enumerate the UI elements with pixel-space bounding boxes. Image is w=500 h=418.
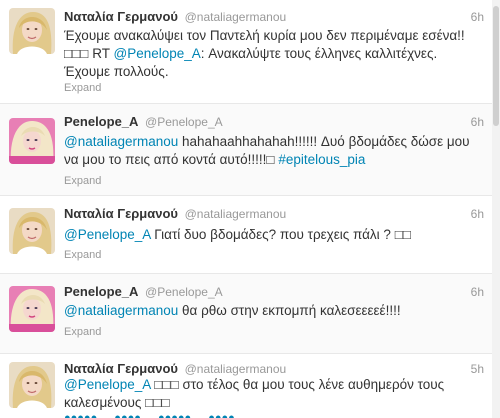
tweet-time[interactable]: 5h	[471, 361, 484, 377]
tweet-text: @Penelope_A Γιατί δυο βδομάδες? που τρεχ…	[64, 226, 484, 244]
blonde-woman-avatar-icon	[9, 362, 55, 408]
tweet-item[interactable]: Ναταλία Γερμανού @nataliagermanou 6h @Pe…	[0, 196, 492, 274]
tweet-text-part: Γιατί δυο βδομάδες? που τρεχεις πάλι ? □…	[150, 227, 411, 242]
tweet-header: Ναταλία Γερμανού @nataliagermanou 6h	[64, 206, 484, 222]
action-link[interactable]: ●●●●●	[64, 412, 97, 418]
author-handle[interactable]: @Penelope_A	[145, 285, 223, 299]
author-handle[interactable]: @nataliagermanou	[185, 362, 287, 376]
tweet-text: @nataliagermanou θα ρθω στην εκπομπή καλ…	[64, 302, 484, 320]
tweet-header: Ναταλία Γερμανού @nataliagermanou 6h	[64, 9, 484, 25]
author-handle[interactable]: @nataliagermanou	[185, 207, 287, 221]
tweet-header: Penelope_A @Penelope_A 6h	[64, 284, 484, 300]
expand-link[interactable]: Expand	[64, 249, 101, 261]
expand-link[interactable]: Expand	[64, 82, 101, 94]
tweet-text: @nataliagermanou hahahaahhahahah!!!!!! Δ…	[64, 133, 484, 169]
tweet-item[interactable]: Penelope_A @Penelope_A 6h @nataliagerman…	[0, 104, 492, 196]
blonde-woman-avatar-icon	[9, 8, 55, 54]
tweet-header: Ναταλία Γερμανού @nataliagermanou 5h	[64, 361, 484, 377]
avatar[interactable]	[9, 208, 55, 254]
author-name[interactable]: Ναταλία Γερμανού	[64, 206, 178, 221]
scrollbar-thumb[interactable]	[493, 6, 499, 126]
mention-link[interactable]: @Penelope_A	[113, 46, 200, 61]
pink-portrait-avatar-icon	[9, 286, 55, 332]
action-link[interactable]: ●●●●●	[158, 412, 191, 418]
avatar[interactable]	[9, 286, 55, 332]
avatar[interactable]	[9, 8, 55, 54]
mention-link[interactable]: @nataliagermanou	[64, 303, 178, 318]
mention-link[interactable]: @Penelope_A	[64, 377, 151, 392]
author-handle[interactable]: @Penelope_A	[145, 115, 223, 129]
tweet-text-part: θα ρθω στην εκπομπή καλεσεεεεέ!!!!	[178, 303, 401, 318]
tweet-item[interactable]: Penelope_A @Penelope_A 6h @nataliagerman…	[0, 274, 492, 354]
author-name[interactable]: Penelope_A	[64, 114, 138, 129]
mention-link[interactable]: @Penelope_A	[64, 227, 151, 242]
action-link[interactable]: ●●●●	[114, 412, 141, 418]
scrollbar[interactable]	[492, 0, 500, 418]
author-name[interactable]: Penelope_A	[64, 284, 138, 299]
tweet-time[interactable]: 6h	[471, 284, 484, 300]
tweet-text: Έχουμε ανακαλύψει τον Παντελή κυρία μου …	[64, 27, 484, 81]
avatar[interactable]	[9, 362, 55, 408]
tweet-time[interactable]: 6h	[471, 206, 484, 222]
author-name[interactable]: Ναταλία Γερμανού	[64, 9, 178, 24]
tweet-actions-row: ●●●●● ●●●● ●●●●● ●●●●	[64, 412, 247, 418]
tweet-text: @Penelope_A □□□ στο τέλος θα μου τους λέ…	[64, 376, 484, 412]
expand-link[interactable]: Expand	[64, 175, 101, 187]
action-link[interactable]: ●●●●	[208, 412, 235, 418]
tweet-item[interactable]: Ναταλία Γερμανού @nataliagermanou 5h @Pe…	[0, 354, 492, 418]
avatar[interactable]	[9, 118, 55, 164]
expand-link[interactable]: Expand	[64, 326, 101, 338]
blonde-woman-avatar-icon	[9, 208, 55, 254]
tweet-time[interactable]: 6h	[471, 114, 484, 130]
tweet-time[interactable]: 6h	[471, 9, 484, 25]
tweet-timeline: Ναταλία Γερμανού @nataliagermanou 6h Έχο…	[0, 0, 493, 418]
author-handle[interactable]: @nataliagermanou	[185, 10, 287, 24]
author-name[interactable]: Ναταλία Γερμανού	[64, 361, 178, 376]
tweet-item[interactable]: Ναταλία Γερμανού @nataliagermanou 6h Έχο…	[0, 0, 492, 104]
mention-link[interactable]: @nataliagermanou	[64, 134, 178, 149]
hashtag-link[interactable]: #epitelous_pia	[278, 152, 365, 167]
tweet-header: Penelope_A @Penelope_A 6h	[64, 114, 484, 130]
pink-portrait-avatar-icon	[9, 118, 55, 164]
